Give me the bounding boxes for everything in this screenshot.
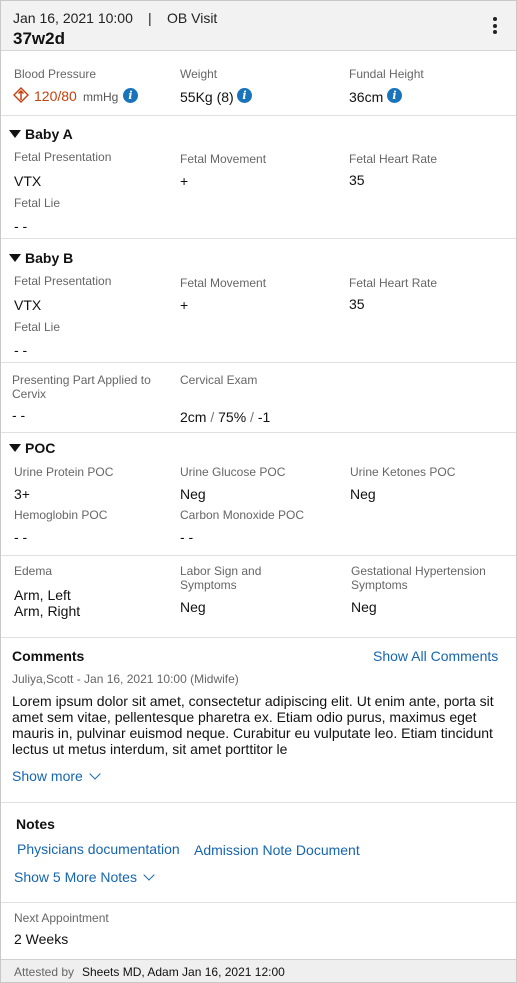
- edema-value-1: Arm, Left: [14, 587, 71, 603]
- show-all-comments-link[interactable]: Show All Comments: [373, 648, 498, 664]
- divider: [1, 637, 516, 638]
- divider: [1, 238, 516, 239]
- divider: [1, 802, 516, 803]
- cervical-exam-label: Cervical Exam: [180, 373, 258, 387]
- attested-by-value: Sheets MD, Adam Jan 16, 2021 12:00: [82, 965, 285, 979]
- weight-value: 55Kg (8): [180, 89, 234, 105]
- urine-glucose-label: Urine Glucose POC: [180, 465, 286, 479]
- visit-header: Jan 16, 2021 10:00 | OB Visit 37w2d: [1, 1, 516, 51]
- poc-title[interactable]: POC: [25, 440, 55, 456]
- baby-b-heart-rate-value: 35: [349, 296, 365, 312]
- labor-signs-label: Labor Sign and Symptoms: [180, 564, 262, 592]
- chevron-down-icon: [89, 768, 101, 780]
- carbon-monoxide-value: - -: [180, 529, 194, 545]
- presenting-part-label: Presenting Part Applied to Cervix: [12, 373, 151, 401]
- notes-title: Notes: [16, 816, 55, 832]
- edema-value-2: Arm, Right: [14, 603, 81, 619]
- labor-signs-value: Neg: [180, 599, 206, 615]
- cervical-slash: /: [250, 409, 254, 425]
- baby-b-collapse-icon[interactable]: [9, 254, 21, 262]
- blood-pressure-label: Blood Pressure: [14, 67, 97, 81]
- divider: [1, 115, 516, 116]
- visit-date: Jan 16, 2021 10:00: [13, 10, 133, 26]
- more-options-icon[interactable]: [487, 17, 503, 39]
- urine-glucose-value: Neg: [180, 486, 206, 502]
- hemoglobin-value: - -: [14, 529, 28, 545]
- attestation-footer: Attested by Sheets MD, Adam Jan 16, 2021…: [1, 959, 516, 982]
- baby-a-movement-value: +: [180, 173, 189, 189]
- baby-a-title[interactable]: Baby A: [25, 126, 73, 142]
- cervical-station: -1: [257, 409, 271, 425]
- comment-author: Juliya,Scott - Jan 16, 2021 10:00 (Midwi…: [12, 672, 239, 686]
- gest-htn-label: Gestational Hypertension Symptoms: [351, 564, 486, 592]
- baby-a-presentation-value: VTX: [14, 173, 42, 189]
- next-appointment-label: Next Appointment: [14, 911, 109, 925]
- urine-ketones-value: Neg: [350, 486, 376, 502]
- show-more-comment-link[interactable]: Show more: [12, 768, 101, 784]
- show-more-notes-label: Show 5 More Notes: [14, 869, 137, 885]
- weight-label: Weight: [180, 67, 218, 81]
- baby-a-lie-label: Fetal Lie: [14, 196, 61, 210]
- blood-pressure-value: 120/80: [34, 88, 77, 104]
- baby-a-heart-rate-value: 35: [349, 172, 365, 188]
- hemoglobin-label: Hemoglobin POC: [14, 508, 108, 522]
- ob-visit-card: Jan 16, 2021 10:00 | OB Visit 37w2d Bloo…: [0, 0, 517, 983]
- baby-b-presentation-label: Fetal Presentation: [14, 274, 112, 288]
- baby-a-collapse-icon[interactable]: [9, 130, 21, 138]
- comments-title: Comments: [12, 648, 85, 664]
- note-link-admission[interactable]: Admission Note Document: [194, 842, 360, 858]
- urine-ketones-label: Urine Ketones POC: [350, 465, 456, 479]
- cervical-exam-value: 2cm / 75% / -1: [180, 409, 270, 425]
- bp-alert-icon: [13, 87, 29, 103]
- fundal-height-value: 36cm: [349, 89, 384, 105]
- baby-b-movement-value: +: [180, 297, 189, 313]
- fundal-height-label: Fundal Height: [349, 67, 424, 81]
- fundal-info-icon[interactable]: i: [387, 88, 402, 103]
- next-appointment-value: 2 Weeks: [14, 931, 69, 947]
- baby-a-movement-label: Fetal Movement: [180, 152, 267, 166]
- chevron-down-icon: [143, 869, 155, 881]
- gestational-age: 37w2d: [13, 29, 65, 48]
- note-link-physicians[interactable]: Physicians documentation: [17, 841, 180, 857]
- baby-a-lie-value: - -: [14, 218, 28, 234]
- cervical-slash: /: [210, 409, 215, 425]
- comment-body: Lorem ipsum dolor sit amet, consectetur …: [12, 693, 494, 757]
- baby-b-heart-rate-label: Fetal Heart Rate: [349, 276, 438, 290]
- cervical-dilation: 2cm: [180, 409, 207, 425]
- bp-info-icon[interactable]: i: [123, 88, 138, 103]
- visit-type: OB Visit: [167, 10, 218, 26]
- poc-collapse-icon[interactable]: [9, 444, 21, 452]
- gest-htn-value: Neg: [351, 599, 377, 615]
- baby-a-presentation-label: Fetal Presentation: [14, 150, 112, 164]
- divider: [1, 432, 516, 433]
- attested-by-label: Attested by: [14, 965, 75, 979]
- divider: [1, 362, 516, 363]
- weight-info-icon[interactable]: i: [237, 88, 252, 103]
- baby-b-title[interactable]: Baby B: [25, 250, 73, 266]
- divider: [1, 555, 516, 556]
- baby-b-movement-label: Fetal Movement: [180, 276, 267, 290]
- header-separator: |: [148, 10, 152, 26]
- baby-b-lie-label: Fetal Lie: [14, 320, 61, 334]
- blood-pressure-unit: mmHg: [83, 90, 119, 104]
- baby-a-heart-rate-label: Fetal Heart Rate: [349, 152, 438, 166]
- edema-label: Edema: [14, 564, 53, 578]
- urine-protein-label: Urine Protein POC: [14, 465, 114, 479]
- show-more-notes-link[interactable]: Show 5 More Notes: [14, 869, 155, 885]
- baby-b-lie-value: - -: [14, 342, 28, 358]
- show-more-label: Show more: [12, 768, 83, 784]
- cervical-effacement: 75%: [218, 409, 247, 425]
- presenting-part-value: - -: [12, 407, 26, 423]
- divider: [1, 902, 516, 903]
- carbon-monoxide-label: Carbon Monoxide POC: [180, 508, 305, 522]
- baby-b-presentation-value: VTX: [14, 297, 42, 313]
- urine-protein-value: 3+: [14, 486, 30, 502]
